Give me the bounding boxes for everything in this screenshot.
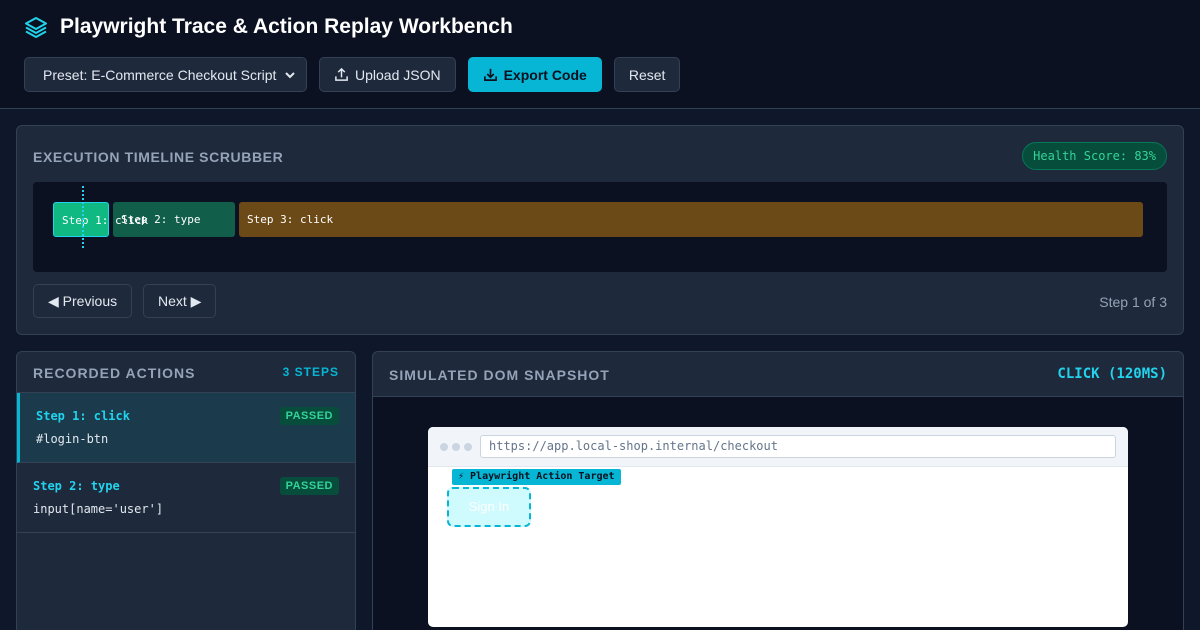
action-target-label: ⚡ Playwright Action Target bbox=[452, 469, 621, 485]
window-dot-icon bbox=[452, 443, 460, 451]
page-title: Playwright Trace & Action Replay Workben… bbox=[60, 15, 513, 38]
action-name: Step 2: type bbox=[33, 479, 120, 493]
preset-select-value: Preset: E-Commerce Checkout Script bbox=[43, 66, 277, 83]
dom-header: SIMULATED DOM SNAPSHOT CLICK (120MS) bbox=[373, 352, 1183, 397]
window-dot-icon bbox=[464, 443, 472, 451]
action-selector: input[name='user'] bbox=[33, 502, 164, 516]
upload-icon bbox=[335, 67, 348, 81]
timeline-playhead[interactable] bbox=[82, 186, 84, 248]
window-dot-icon bbox=[440, 443, 448, 451]
timeline-panel: EXECUTION TIMELINE SCRUBBER Health Score… bbox=[16, 125, 1184, 335]
step-counter: Step 1 of 3 bbox=[1099, 294, 1167, 310]
dom-snapshot-panel: SIMULATED DOM SNAPSHOT CLICK (120MS) htt… bbox=[372, 351, 1184, 630]
dom-stage: https://app.local-shop.internal/checkout… bbox=[373, 397, 1183, 630]
actions-title: RECORDED ACTIONS bbox=[33, 365, 196, 381]
action-item[interactable]: Step 1: click PASSED #login-btn bbox=[17, 393, 355, 463]
previous-button[interactable]: ◀ Previous bbox=[33, 284, 133, 318]
action-meta: CLICK (120MS) bbox=[1057, 366, 1167, 382]
export-code-button[interactable]: Export Code bbox=[467, 57, 602, 92]
app-header: Playwright Trace & Action Replay Workben… bbox=[0, 0, 1200, 109]
chevron-down-icon bbox=[285, 71, 295, 78]
next-button[interactable]: Next ▶ bbox=[143, 284, 217, 318]
status-badge: PASSED bbox=[279, 477, 339, 495]
action-selector: #login-btn bbox=[36, 432, 109, 446]
action-name: Step 1: click bbox=[36, 409, 130, 423]
download-icon bbox=[483, 68, 497, 81]
timeline-segment-1[interactable]: Step 1: click bbox=[53, 202, 148, 237]
url-bar: https://app.local-shop.internal/checkout bbox=[480, 435, 1116, 458]
reset-label: Reset bbox=[628, 66, 666, 83]
brand: Playwright Trace & Action Replay Workben… bbox=[24, 15, 513, 39]
toolbar: Preset: E-Commerce Checkout Script Uploa… bbox=[24, 57, 681, 92]
upload-json-button[interactable]: Upload JSON bbox=[319, 57, 456, 92]
export-code-label: Export Code bbox=[503, 66, 587, 83]
upload-json-label: Upload JSON bbox=[355, 66, 441, 83]
timeline-segment-3[interactable]: Step 3: click bbox=[239, 202, 1143, 237]
layers-icon bbox=[25, 17, 47, 38]
health-score-badge: Health Score: 83% bbox=[1022, 142, 1167, 170]
status-badge: PASSED bbox=[279, 407, 339, 425]
reset-button[interactable]: Reset bbox=[613, 57, 681, 92]
actions-header: RECORDED ACTIONS 3 STEPS bbox=[17, 352, 355, 393]
recorded-actions-panel: RECORDED ACTIONS 3 STEPS Step 1: click P… bbox=[16, 351, 356, 630]
action-item[interactable]: Step 2: type PASSED input[name='user'] bbox=[17, 463, 355, 533]
timeline-track[interactable]: Step 2: type Step 3: click Step 1: click bbox=[33, 182, 1167, 272]
timeline-title: EXECUTION TIMELINE SCRUBBER bbox=[33, 149, 284, 165]
steps-count: 3 STEPS bbox=[282, 365, 339, 379]
browser-toolbar: https://app.local-shop.internal/checkout bbox=[428, 427, 1128, 467]
dom-title: SIMULATED DOM SNAPSHOT bbox=[389, 367, 610, 383]
browser-frame: https://app.local-shop.internal/checkout… bbox=[428, 427, 1128, 627]
sign-in-button[interactable]: Sign In bbox=[447, 487, 531, 527]
preset-select[interactable]: Preset: E-Commerce Checkout Script bbox=[24, 57, 307, 92]
